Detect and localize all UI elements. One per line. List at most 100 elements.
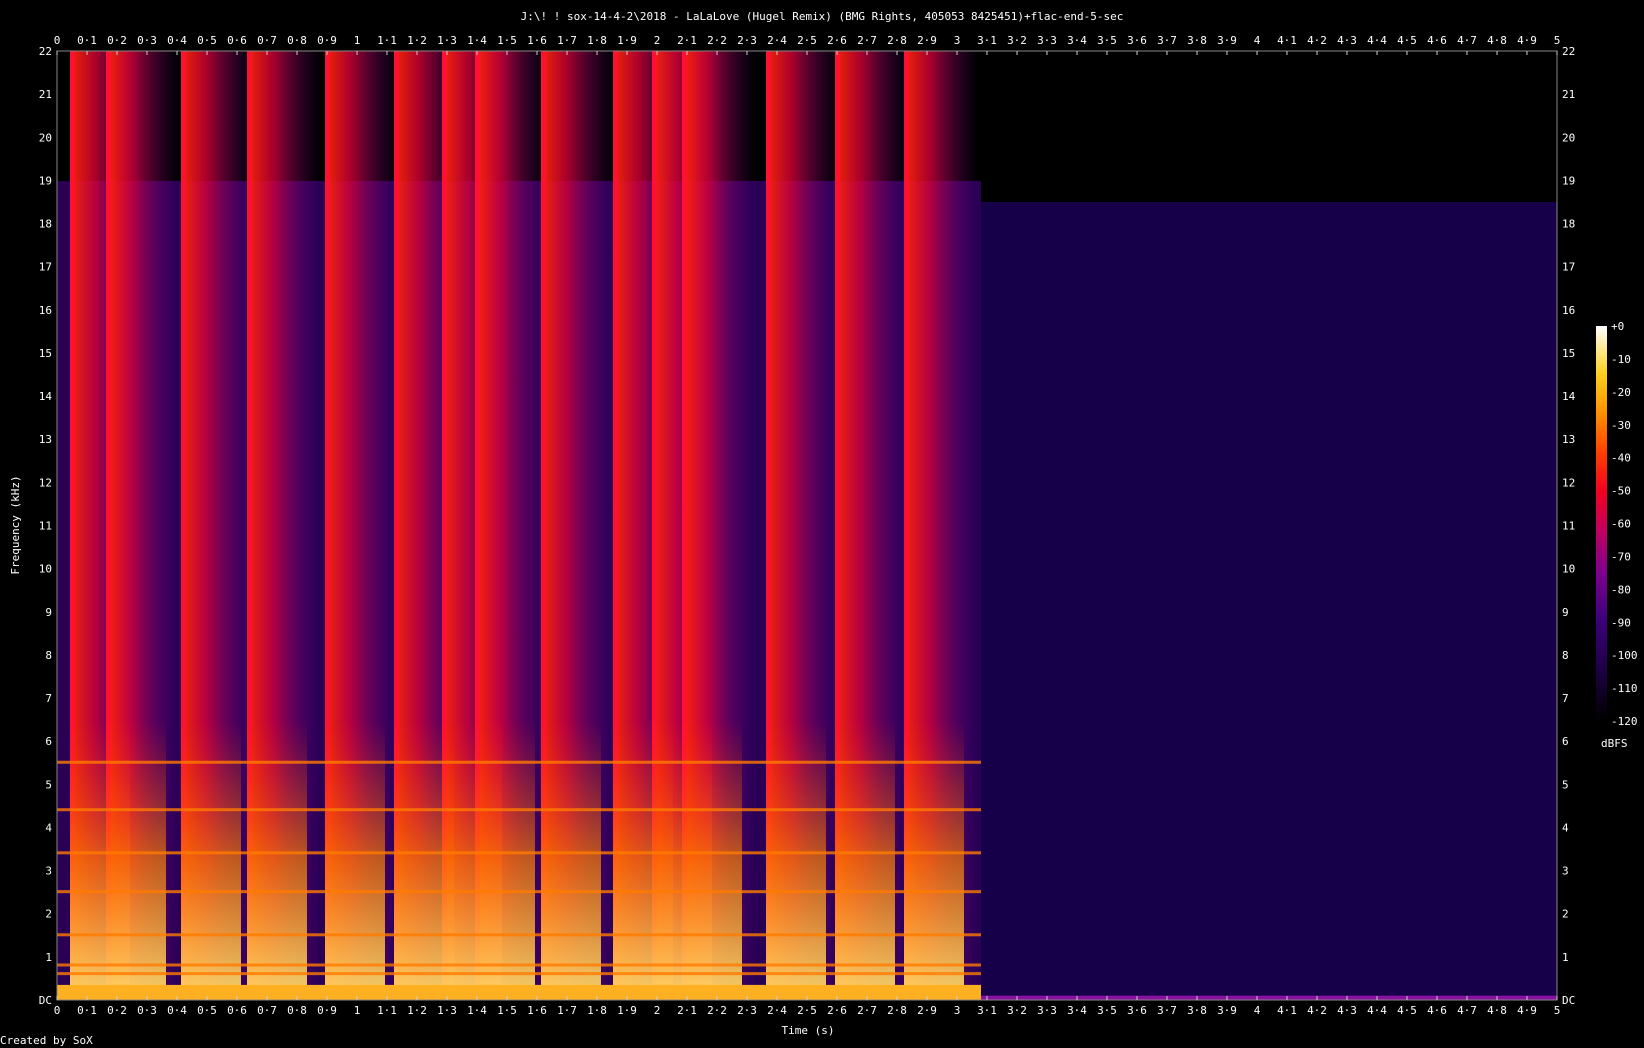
x-tick-label: 1·3 bbox=[437, 1004, 457, 1017]
spectrogram-chart: 0 0·1 0·2 0·3 0·4 0·5 0·6 0·7 0·8 0·9 1 1·1 1·2 1·3 1·… bbox=[9, 10, 1638, 1037]
x-tick-label: 4·9 bbox=[1517, 34, 1537, 47]
x-tick-label: 3·3 bbox=[1037, 34, 1057, 47]
x-tick-label: 2·2 bbox=[707, 34, 727, 47]
x-tick-label: 2·8 bbox=[887, 1004, 907, 1017]
colorbar-label: dBFS bbox=[1601, 737, 1628, 750]
x-tick-label: 4·3 bbox=[1337, 1004, 1357, 1017]
colorbar-tick-label: -60 bbox=[1611, 518, 1631, 531]
x-tick-label: 1·6 bbox=[527, 1004, 547, 1017]
x-tick-label: 1·4 bbox=[467, 34, 487, 47]
y-tick-label: 2 bbox=[1562, 908, 1569, 921]
y-tick-label: 8 bbox=[1562, 649, 1569, 662]
x-tick-label: 1·9 bbox=[617, 34, 637, 47]
y-tick-label: 3 bbox=[45, 865, 52, 878]
x-tick-label: 3·7 bbox=[1157, 1004, 1177, 1017]
x-tick-label: 3·3 bbox=[1037, 1004, 1057, 1017]
x-tick-label: 3·5 bbox=[1097, 1004, 1117, 1017]
y-tick-label: 10 bbox=[1562, 563, 1575, 576]
x-tick-label: 1·3 bbox=[437, 34, 457, 47]
x-tick-label: 4·3 bbox=[1337, 34, 1357, 47]
y-tick-label: DC bbox=[39, 994, 52, 1007]
y-tick-label: 4 bbox=[45, 821, 52, 834]
y-tick-label: 9 bbox=[45, 606, 52, 619]
y-tick-label: 20 bbox=[1562, 131, 1575, 144]
x-tick-label: 4·1 bbox=[1277, 34, 1297, 47]
colorbar-tick-label: -100 bbox=[1611, 649, 1638, 662]
y-tick-label: 16 bbox=[1562, 304, 1575, 317]
x-tick-label: 0·1 bbox=[77, 34, 97, 47]
y-tick-label: 3 bbox=[1562, 865, 1569, 878]
x-tick-label: 1·5 bbox=[497, 34, 517, 47]
x-tick-label: 1·7 bbox=[557, 34, 577, 47]
x-tick-label: 0·3 bbox=[137, 34, 157, 47]
y-tick-label: 19 bbox=[1562, 174, 1575, 187]
x-tick-label: 4·7 bbox=[1457, 34, 1477, 47]
y-tick-label: 13 bbox=[1562, 433, 1575, 446]
y-tick-label: 18 bbox=[1562, 218, 1575, 231]
x-tick-label: 3·9 bbox=[1217, 34, 1237, 47]
x-tick-label: 4·1 bbox=[1277, 1004, 1297, 1017]
harmonic-line bbox=[57, 890, 981, 894]
x-tick-label: 1 bbox=[354, 1004, 361, 1017]
x-tick-label: 1·1 bbox=[377, 34, 397, 47]
x-tick-label: 2·9 bbox=[917, 34, 937, 47]
x-tick-label: 3·8 bbox=[1187, 1004, 1207, 1017]
y-tick-label: 20 bbox=[39, 131, 52, 144]
x-tick-label: 2·4 bbox=[767, 1004, 787, 1017]
footer-credit: Created by SoX bbox=[0, 1034, 93, 1047]
x-tick-label: 4 bbox=[1254, 1004, 1261, 1017]
harmonic-line bbox=[57, 760, 981, 764]
x-tick-label: 4·5 bbox=[1397, 1004, 1417, 1017]
x-tick-label: 3·1 bbox=[977, 34, 997, 47]
y-tick-label: 12 bbox=[1562, 476, 1575, 489]
x-tick-label: 4 bbox=[1254, 34, 1261, 47]
x-tick-label: 2·5 bbox=[797, 1004, 817, 1017]
y-tick-label: 5 bbox=[45, 778, 52, 791]
y-tick-label: 11 bbox=[39, 520, 52, 533]
colorbar-tick-label: +0 bbox=[1611, 320, 1624, 333]
chart-title: J:\! ! sox-14-4-2\2018 - LaLaLove (Hugel… bbox=[521, 10, 1124, 23]
y-tick-label: 22 bbox=[1562, 45, 1575, 58]
colorbar-tick-labels: +0 -10 -20 -30 -40 -50 -60 -70 -80 -90 -100 -110 -12… bbox=[1611, 320, 1638, 728]
x-tick-label: 0·6 bbox=[227, 34, 247, 47]
x-tick-label: 1·6 bbox=[527, 34, 547, 47]
x-tick-label: 1·4 bbox=[467, 1004, 487, 1017]
x-tick-label: 2 bbox=[654, 1004, 661, 1017]
y-tick-label: 13 bbox=[39, 433, 52, 446]
harmonic-line bbox=[57, 972, 981, 976]
y-tick-label: 22 bbox=[39, 45, 52, 58]
y-tick-label: 10 bbox=[39, 563, 52, 576]
harmonic-line bbox=[57, 851, 981, 855]
colorbar-tick-label: -120 bbox=[1611, 715, 1638, 728]
x-tick-label: 4·6 bbox=[1427, 34, 1447, 47]
colorbar-tick-label: -80 bbox=[1611, 583, 1631, 596]
x-tick-label: 0·7 bbox=[257, 1004, 277, 1017]
dc-energy bbox=[57, 984, 981, 1000]
x-tick-label: 2·9 bbox=[917, 1004, 937, 1017]
y-tick-label: 12 bbox=[39, 476, 52, 489]
x-tick-label: 1·2 bbox=[407, 1004, 427, 1017]
x-tick-label: 2·3 bbox=[737, 34, 757, 47]
x-tick-label: 1·1 bbox=[377, 1004, 397, 1017]
y-tick-label: 8 bbox=[45, 649, 52, 662]
colorbar-tick-label: -110 bbox=[1611, 682, 1638, 695]
y-tick-labels-left: DC12345678910111213141516171819202122 bbox=[39, 45, 53, 1007]
y-tick-label: 5 bbox=[1562, 778, 1569, 791]
y-tick-label: 17 bbox=[1562, 261, 1575, 274]
x-tick-label: 2·7 bbox=[857, 34, 877, 47]
y-tick-label: 14 bbox=[39, 390, 53, 403]
x-tick-label: 2·4 bbox=[767, 34, 787, 47]
x-tick-label: 2·1 bbox=[677, 34, 697, 47]
x-tick-label: 1·5 bbox=[497, 1004, 517, 1017]
x-tick-label: 0·5 bbox=[197, 34, 217, 47]
colorbar-tick-label: -10 bbox=[1611, 353, 1631, 366]
x-tick-label: 3·5 bbox=[1097, 34, 1117, 47]
x-tick-label: 3·1 bbox=[977, 1004, 997, 1017]
x-tick-label: 4·5 bbox=[1397, 34, 1417, 47]
x-tick-label: 3·8 bbox=[1187, 34, 1207, 47]
x-tick-label: 3·4 bbox=[1067, 1004, 1087, 1017]
harmonic-line bbox=[57, 963, 981, 967]
y-tick-label: 15 bbox=[1562, 347, 1575, 360]
harmonic-line bbox=[57, 933, 981, 937]
x-tick-label: 5 bbox=[1554, 1004, 1561, 1017]
